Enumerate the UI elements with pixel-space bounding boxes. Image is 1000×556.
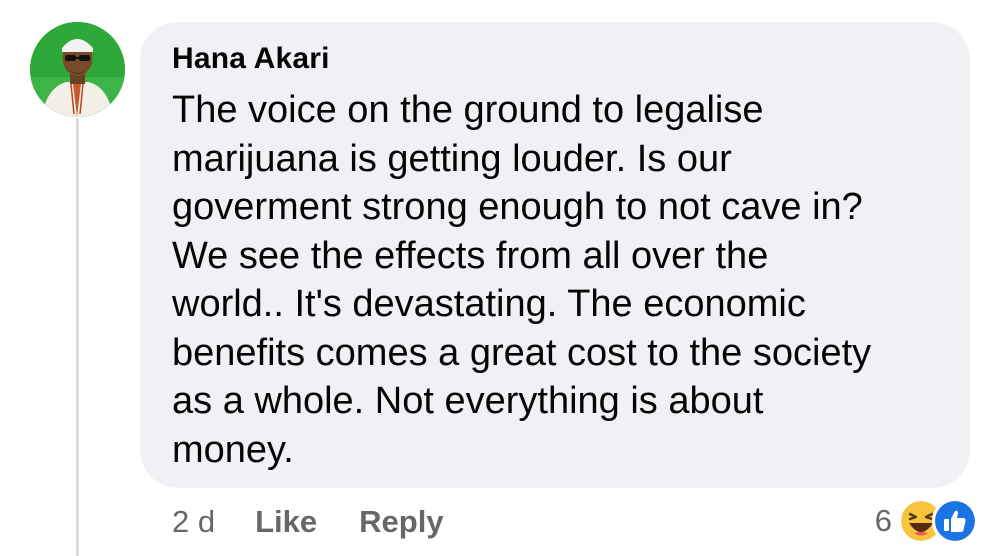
reply-button[interactable]: Reply — [359, 504, 443, 540]
comment-actions-bar: 2 d Like Reply — [172, 500, 486, 544]
comment-thread: Hana Akari The voice on the ground to le… — [0, 0, 1000, 556]
like-thumb-icon — [932, 498, 978, 544]
like-button[interactable]: Like — [255, 504, 317, 540]
reaction-count: 6 — [874, 503, 892, 538]
comment-body-text: The voice on the ground to legalise mari… — [172, 89, 872, 471]
comment-author-name[interactable]: Hana Akari — [172, 42, 330, 76]
avatar[interactable] — [30, 22, 125, 117]
reactions-summary[interactable]: 6 — [875, 497, 978, 545]
comment-timestamp[interactable]: 2 d — [172, 504, 215, 540]
thread-connector-line — [76, 118, 79, 556]
